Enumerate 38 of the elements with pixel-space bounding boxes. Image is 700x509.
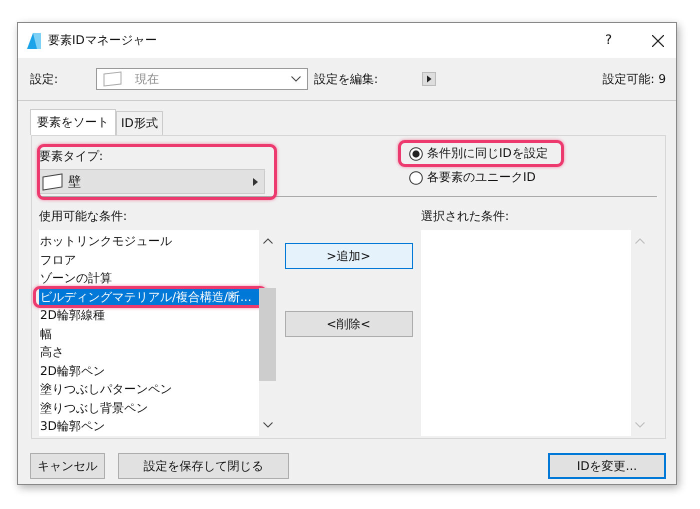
triangle-right-icon	[253, 178, 258, 186]
selected-criteria-label: 選択された条件:	[421, 208, 510, 225]
add-button[interactable]: >追加>	[284, 243, 412, 269]
scroll-down-icon[interactable]	[262, 422, 272, 428]
list-item[interactable]: ホットリンクモジュール	[39, 232, 259, 250]
radio-option[interactable]: 条件別に同じIDを設定	[409, 145, 548, 162]
tab[interactable]: ID形式	[116, 111, 163, 135]
list-item[interactable]: ゾーンの計算	[39, 269, 259, 288]
available-criteria-label: 使用可能な条件:	[39, 208, 128, 225]
remove-button[interactable]: <削除<	[284, 311, 412, 337]
list-item[interactable]: 幅	[39, 324, 259, 343]
radio-option[interactable]: 各要素のユニークID	[409, 169, 548, 186]
list-item[interactable]: 高さ	[39, 343, 259, 362]
list-item[interactable]: 塗りつぶしパターンペン	[39, 380, 259, 398]
edit-settings-label: 設定を編集:	[314, 70, 378, 88]
dialog-button[interactable]: 設定を保存して閉じる	[118, 453, 289, 479]
chevron-down-icon	[291, 76, 302, 82]
element-type-button[interactable]: 壁	[39, 169, 265, 194]
list-item[interactable]: フロア	[39, 250, 259, 269]
close-icon[interactable]	[652, 34, 664, 46]
list-item[interactable]: 2D輪郭ペン	[39, 362, 259, 380]
settings-count: 設定可能: 9	[602, 70, 666, 88]
settings-label: 設定:	[30, 70, 58, 88]
settings-dropdown[interactable]: 現在	[96, 68, 308, 90]
dialog-button[interactable]: キャンセル	[30, 453, 105, 479]
help-button[interactable]: ?	[605, 33, 612, 48]
wall-icon	[42, 172, 64, 190]
list-item[interactable]: 2D輪郭線種	[39, 306, 259, 324]
list-item[interactable]: 3D輪郭ペン	[39, 417, 259, 436]
dialog-button[interactable]: IDを変更...	[548, 453, 666, 479]
wall-icon	[103, 71, 124, 87]
scrollbar-thumb[interactable]	[259, 288, 276, 381]
element-type-label: 要素タイプ:	[39, 148, 104, 165]
tab[interactable]: 要素をソート	[30, 109, 116, 135]
list-item[interactable]: 塗りつぶし背景ペン	[39, 398, 259, 417]
scroll-up-icon[interactable]	[262, 238, 272, 244]
window-title: 要素IDマネージャー	[48, 32, 158, 49]
app-logo-icon	[26, 32, 42, 50]
